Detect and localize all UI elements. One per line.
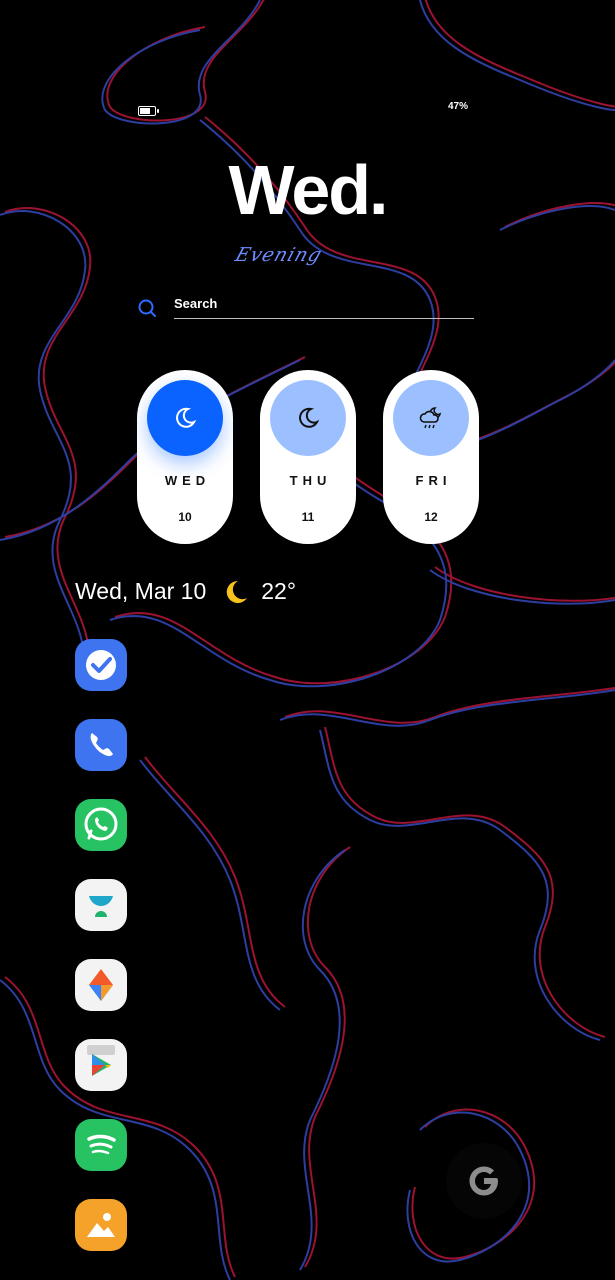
forecast-day: THU	[289, 473, 332, 488]
crescent-moon-icon	[227, 580, 248, 603]
tasks-app[interactable]	[75, 639, 127, 691]
dock-style-app[interactable]	[75, 879, 127, 931]
play-store-app[interactable]	[75, 1039, 127, 1091]
orange-blue-arrow-icon	[89, 969, 113, 1001]
whatsapp-app[interactable]	[75, 799, 127, 851]
image-icon	[87, 1213, 115, 1237]
orange-arrow-app[interactable]	[75, 959, 127, 1011]
google-search-button[interactable]	[446, 1143, 522, 1219]
teal-dock-icon	[89, 896, 113, 917]
forecast-date: 12	[424, 510, 438, 524]
phone-app[interactable]	[75, 719, 127, 771]
greeting-text: Evening	[232, 244, 326, 266]
search-underline	[174, 318, 474, 319]
forecast-card-wed[interactable]: WED 10	[137, 370, 233, 544]
checkmark-icon	[86, 650, 116, 680]
day-title: Wed.	[228, 151, 389, 229]
battery-percentage: 47%	[448, 101, 469, 112]
date-text: Wed, Mar 10	[75, 578, 207, 604]
cloud-rain-moon-icon	[393, 380, 469, 456]
forecast-card-thu[interactable]: THU 11	[260, 370, 356, 544]
gallery-app[interactable]	[75, 1199, 127, 1251]
forecast-day: FRI	[415, 473, 452, 488]
forecast-day: WED	[164, 473, 211, 488]
moon-icon	[270, 380, 346, 456]
forecast-card-fri[interactable]: FRI 12	[383, 370, 479, 544]
date-weather-line[interactable]: Wed, Mar 10 22°	[75, 578, 296, 605]
forecast-date: 10	[178, 510, 192, 524]
play-store-icon	[87, 1045, 115, 1076]
google-g-icon	[469, 1166, 498, 1196]
whatsapp-icon	[84, 807, 118, 841]
moon-icon	[147, 380, 223, 456]
forecast-date: 11	[301, 510, 315, 524]
temperature-text: 22°	[261, 578, 297, 604]
search-icon	[138, 299, 156, 317]
spotify-app[interactable]	[75, 1119, 127, 1171]
search-label: Search	[174, 296, 218, 311]
battery-icon	[138, 106, 159, 116]
spotify-icon	[87, 1134, 116, 1155]
search-bar[interactable]: Search	[137, 292, 477, 322]
phone-icon	[90, 733, 113, 757]
